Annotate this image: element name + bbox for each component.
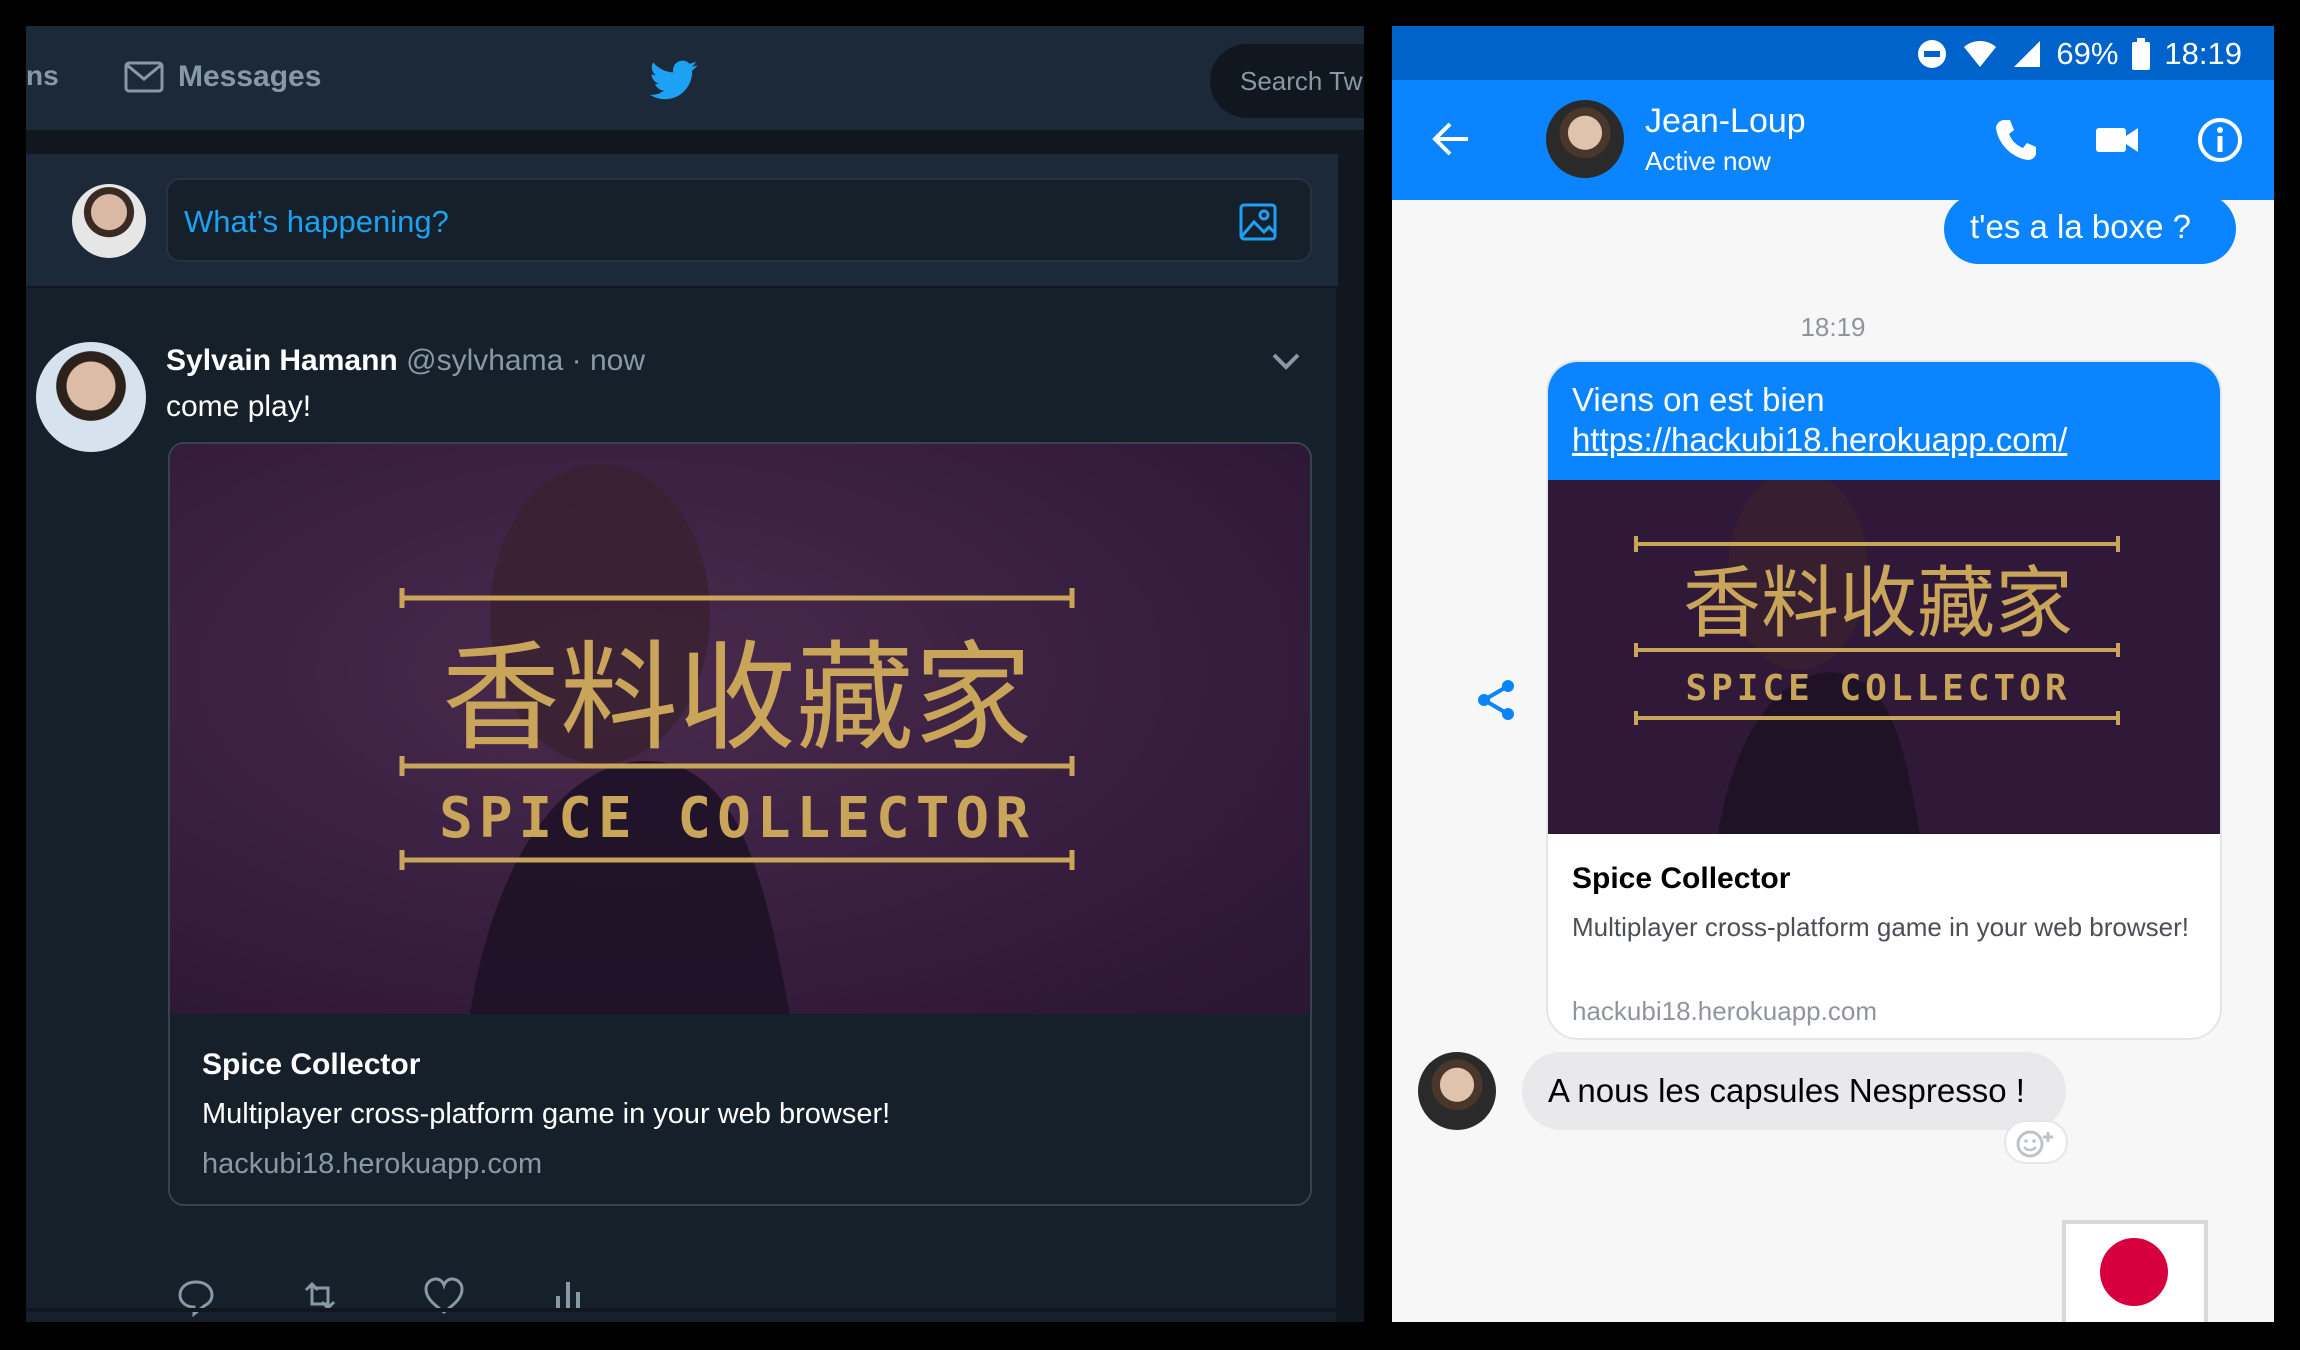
message-timestamp: 18:19 [1800, 312, 1866, 342]
author-avatar[interactable] [36, 342, 146, 452]
tweet-composer: What’s happening? [26, 154, 1338, 288]
contact-avatar[interactable] [1546, 100, 1624, 178]
compose-input[interactable]: What’s happening? [166, 178, 1312, 262]
tweet[interactable]: Sylvain Hamann @sylvhama · now come play… [26, 314, 1338, 1322]
link-card[interactable]: 香料收藏家 SPICE COLLECTOR Spice Collector Mu… [168, 442, 1312, 1206]
info-icon[interactable] [2196, 116, 2244, 164]
tweet-time[interactable]: · now [572, 344, 645, 377]
envelope-icon [124, 61, 164, 93]
twitter-top-nav: ns Messages Search Twi [26, 26, 1364, 130]
tweet-text: come play! [166, 390, 312, 423]
video-call-icon[interactable] [2094, 116, 2142, 164]
outgoing-link-message[interactable]: Viens on est bien https://hackubi18.hero… [1546, 360, 2222, 1040]
author-handle[interactable]: @sylvhama [406, 344, 563, 377]
banner-chinese-title: 香料收藏家 [1683, 559, 2073, 649]
clock-time: 18:19 [2164, 36, 2242, 71]
timeline-column: What’s happening? Sylvain Hamann @sylvha… [26, 154, 1338, 1322]
messenger-panel: 69% 18:19 Jean-Loup Active now t'es a la… [1392, 26, 2274, 1322]
compose-placeholder: What’s happening? [184, 204, 449, 239]
image-upload-icon[interactable] [1238, 202, 1278, 242]
card-banner-image: 香料收藏家 SPICE COLLECTOR [170, 444, 1310, 1014]
sender-avatar[interactable] [1418, 1052, 1496, 1130]
red-circle-sticker-icon [2100, 1238, 2168, 1306]
card-title: Spice Collector [1572, 862, 1791, 895]
contact-name[interactable]: Jean-Loup [1645, 102, 1806, 141]
flag-sticker[interactable] [2062, 1220, 2208, 1322]
banner-english-title: SPICE COLLECTOR [439, 786, 1035, 851]
message-line: Viens on est bien [1572, 381, 1825, 418]
share-icon[interactable] [1472, 676, 1520, 724]
link-message-text: Viens on est bien https://hackubi18.hero… [1548, 362, 2220, 480]
phone-icon[interactable] [1992, 116, 2040, 164]
search-input[interactable]: Search Twi [1210, 44, 1364, 118]
battery-percent: 69% [2056, 36, 2119, 71]
conversation-header: Jean-Loup Active now [1392, 80, 2274, 200]
user-avatar[interactable] [72, 184, 146, 258]
back-arrow-icon[interactable] [1428, 116, 1474, 162]
card-banner-image: 香料收藏家 SPICE COLLECTOR [1548, 480, 2220, 834]
outgoing-message[interactable]: t'es a la boxe ? [1944, 194, 2236, 264]
tweet-divider [26, 1308, 1338, 1312]
contact-status: Active now [1645, 146, 1771, 176]
card-domain: hackubi18.herokuapp.com [202, 1148, 543, 1180]
twitter-bird-icon[interactable] [648, 56, 700, 104]
author-name[interactable]: Sylvain Hamann [166, 344, 398, 377]
incoming-message[interactable]: A nous les capsules Nespresso ! [1522, 1052, 2066, 1130]
tweet-actions [174, 1274, 774, 1322]
wifi-icon [1964, 41, 1997, 67]
tweet-header: Sylvain Hamann @sylvhama · now [166, 344, 645, 378]
smiley-plus-icon [2016, 1130, 2053, 1158]
banner-chinese-title: 香料收藏家 [442, 629, 1032, 767]
nav-messages-tab[interactable]: Messages [124, 60, 321, 94]
twitter-panel: ns Messages Search Twi What’s happening?… [26, 26, 1364, 1322]
banner-english-title: SPICE COLLECTOR [1685, 668, 2070, 709]
battery-icon [2132, 38, 2151, 70]
nav-messages-label: Messages [178, 60, 322, 93]
card-description: Multiplayer cross-platform game in your … [1572, 912, 2189, 942]
card-title: Spice Collector [202, 1048, 421, 1081]
signal-icon [2014, 41, 2041, 67]
chevron-down-icon[interactable] [1270, 350, 1302, 372]
card-domain: hackubi18.herokuapp.com [1572, 996, 1877, 1026]
do-not-disturb-icon [1918, 40, 1947, 68]
nav-notifications-tab[interactable]: ns [26, 60, 59, 92]
android-status-bar: 69% 18:19 [1392, 26, 2274, 80]
message-url-link[interactable]: https://hackubi18.herokuapp.com/ [1572, 420, 2220, 460]
card-description: Multiplayer cross-platform game in your … [202, 1098, 891, 1130]
add-reaction-button[interactable] [2004, 1120, 2068, 1164]
